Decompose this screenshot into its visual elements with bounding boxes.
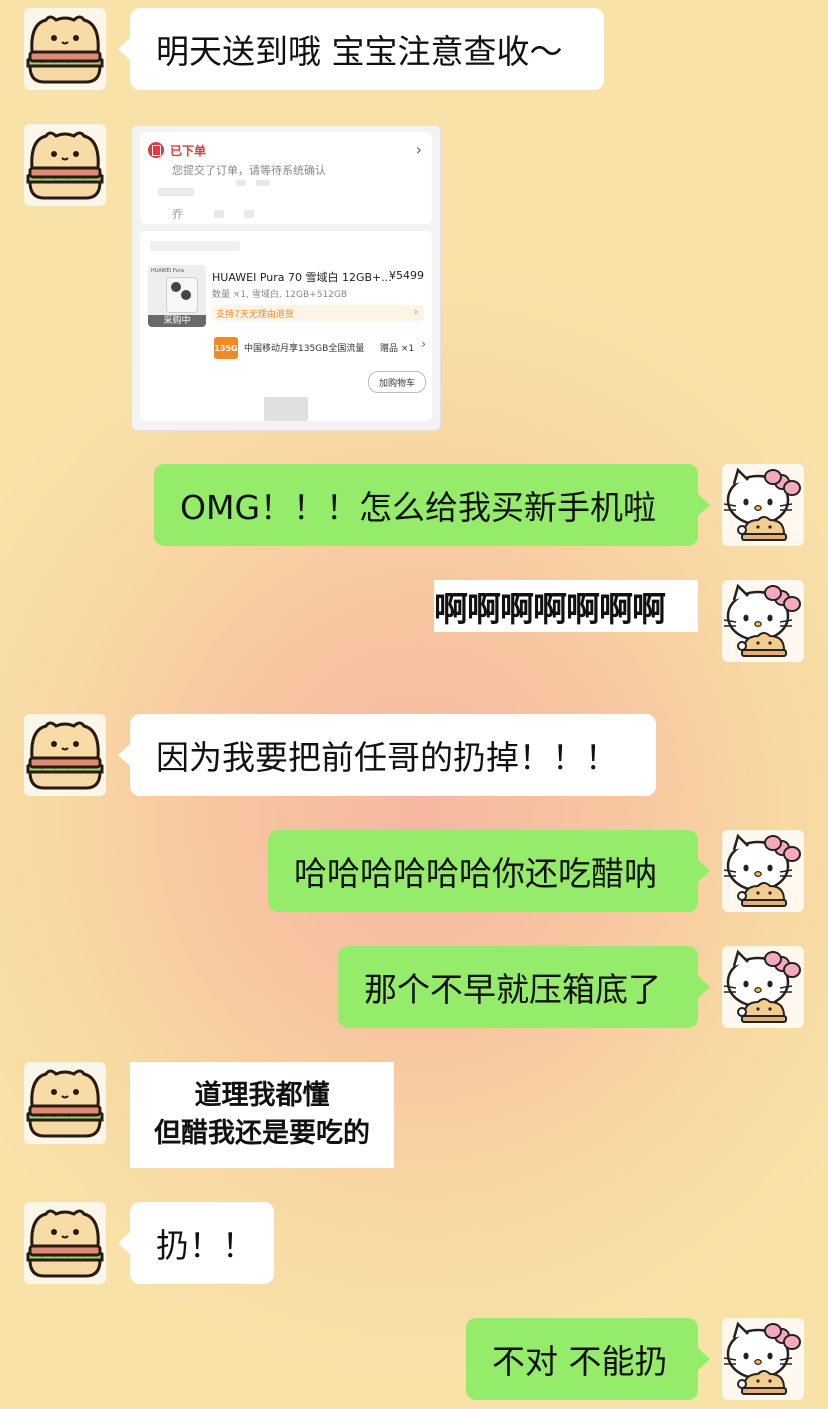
sticker-text-line: 道理我都懂	[194, 1080, 330, 1111]
hello-kitty-avatar-icon	[722, 830, 804, 912]
sender-avatar[interactable]	[24, 124, 106, 206]
order-product-panel: HUAWEI Pura 采购中 HUAWEI Pura 70 雪域白 12GB+…	[140, 231, 432, 421]
order-status: 已下单	[170, 144, 207, 158]
redacted-block	[244, 210, 254, 218]
self-avatar[interactable]	[722, 464, 804, 546]
self-avatar[interactable]	[722, 830, 804, 912]
sender-avatar[interactable]	[24, 1202, 106, 1284]
message-bubble-incoming[interactable]: 明天送到哦 宝宝注意查收～	[118, 8, 604, 90]
product-title[interactable]: HUAWEI Pura 70 雪域白 12GB+...	[212, 269, 392, 285]
chevron-right-icon: ›	[421, 337, 426, 351]
chevron-right-icon: ›	[415, 140, 422, 159]
gift-thumbnail: 135G	[214, 337, 238, 359]
order-card[interactable]: 已下单 您提交了订单，请等待系统确认 › 乔 HUAWEI Pura 采购中 H…	[131, 125, 441, 431]
purchasing-badge: 采购中	[148, 315, 206, 327]
sandwich-bear-avatar-icon	[24, 8, 106, 90]
redacted-block	[214, 210, 224, 218]
sender-avatar[interactable]	[24, 714, 106, 796]
redacted-block	[236, 180, 246, 186]
hello-kitty-avatar-icon	[722, 946, 804, 1028]
message-bubble-outgoing[interactable]: 哈哈哈哈哈哈你还吃醋呐	[268, 830, 710, 912]
thumb-brand-label: HUAWEI Pura	[151, 268, 184, 274]
sticker-text-message[interactable]: 道理我都懂 但醋我还是要吃的	[130, 1062, 394, 1168]
redacted-block	[256, 180, 270, 186]
chevron-right-icon: ›	[413, 305, 418, 318]
sandwich-bear-avatar-icon	[24, 124, 106, 206]
order-status-panel: 已下单 您提交了订单，请等待系统确认 › 乔	[140, 132, 432, 224]
sender-avatar[interactable]	[24, 8, 106, 90]
return-policy-text: 支持7天无理由退货	[216, 310, 294, 320]
sticker-text-message[interactable]: 啊啊啊啊啊啊啊	[434, 580, 698, 632]
product-thumbnail[interactable]: HUAWEI Pura 采购中	[148, 265, 206, 327]
recipient-name: 乔	[172, 208, 183, 221]
self-avatar[interactable]	[722, 580, 804, 662]
return-policy-bar[interactable]: 支持7天无理由退货 ›	[212, 305, 424, 321]
self-avatar[interactable]	[722, 946, 804, 1028]
product-spec: 数量 ×1, 雪域白, 12GB+512GB	[212, 290, 348, 300]
sticker-text-line: 但醋我还是要吃的	[154, 1118, 370, 1149]
sender-avatar[interactable]	[24, 1062, 106, 1144]
message-bubble-outgoing[interactable]: OMG！！！怎么给我买新手机啦	[154, 464, 710, 546]
sandwich-bear-avatar-icon	[24, 714, 106, 796]
redacted-block	[150, 241, 240, 251]
hello-kitty-avatar-icon	[722, 580, 804, 662]
add-to-cart-button[interactable]: 加购物车	[368, 371, 426, 393]
gift-name: 中国移动月享135GB全国流量	[244, 344, 365, 354]
sandwich-bear-avatar-icon	[24, 1062, 106, 1144]
order-status-desc: 您提交了订单，请等待系统确认	[172, 164, 326, 177]
sandwich-bear-avatar-icon	[24, 1202, 106, 1284]
gift-label[interactable]: 赠品 ×1	[380, 341, 414, 354]
sticker-text: 啊啊啊啊啊啊啊	[434, 589, 666, 630]
redacted-block	[264, 397, 308, 421]
redacted-block	[158, 188, 194, 196]
order-doc-icon	[148, 142, 164, 158]
message-bubble-outgoing[interactable]: 那个不早就压箱底了	[338, 946, 710, 1028]
message-bubble-incoming[interactable]: 扔！！	[118, 1202, 274, 1284]
hello-kitty-avatar-icon	[722, 1318, 804, 1400]
phone-image-icon	[166, 277, 198, 313]
hello-kitty-avatar-icon	[722, 464, 804, 546]
message-bubble-outgoing[interactable]: 不对 不能扔	[466, 1318, 710, 1400]
product-price: ¥5499	[389, 269, 424, 282]
self-avatar[interactable]	[722, 1318, 804, 1400]
message-bubble-incoming[interactable]: 因为我要把前任哥的扔掉！！！	[118, 714, 656, 796]
